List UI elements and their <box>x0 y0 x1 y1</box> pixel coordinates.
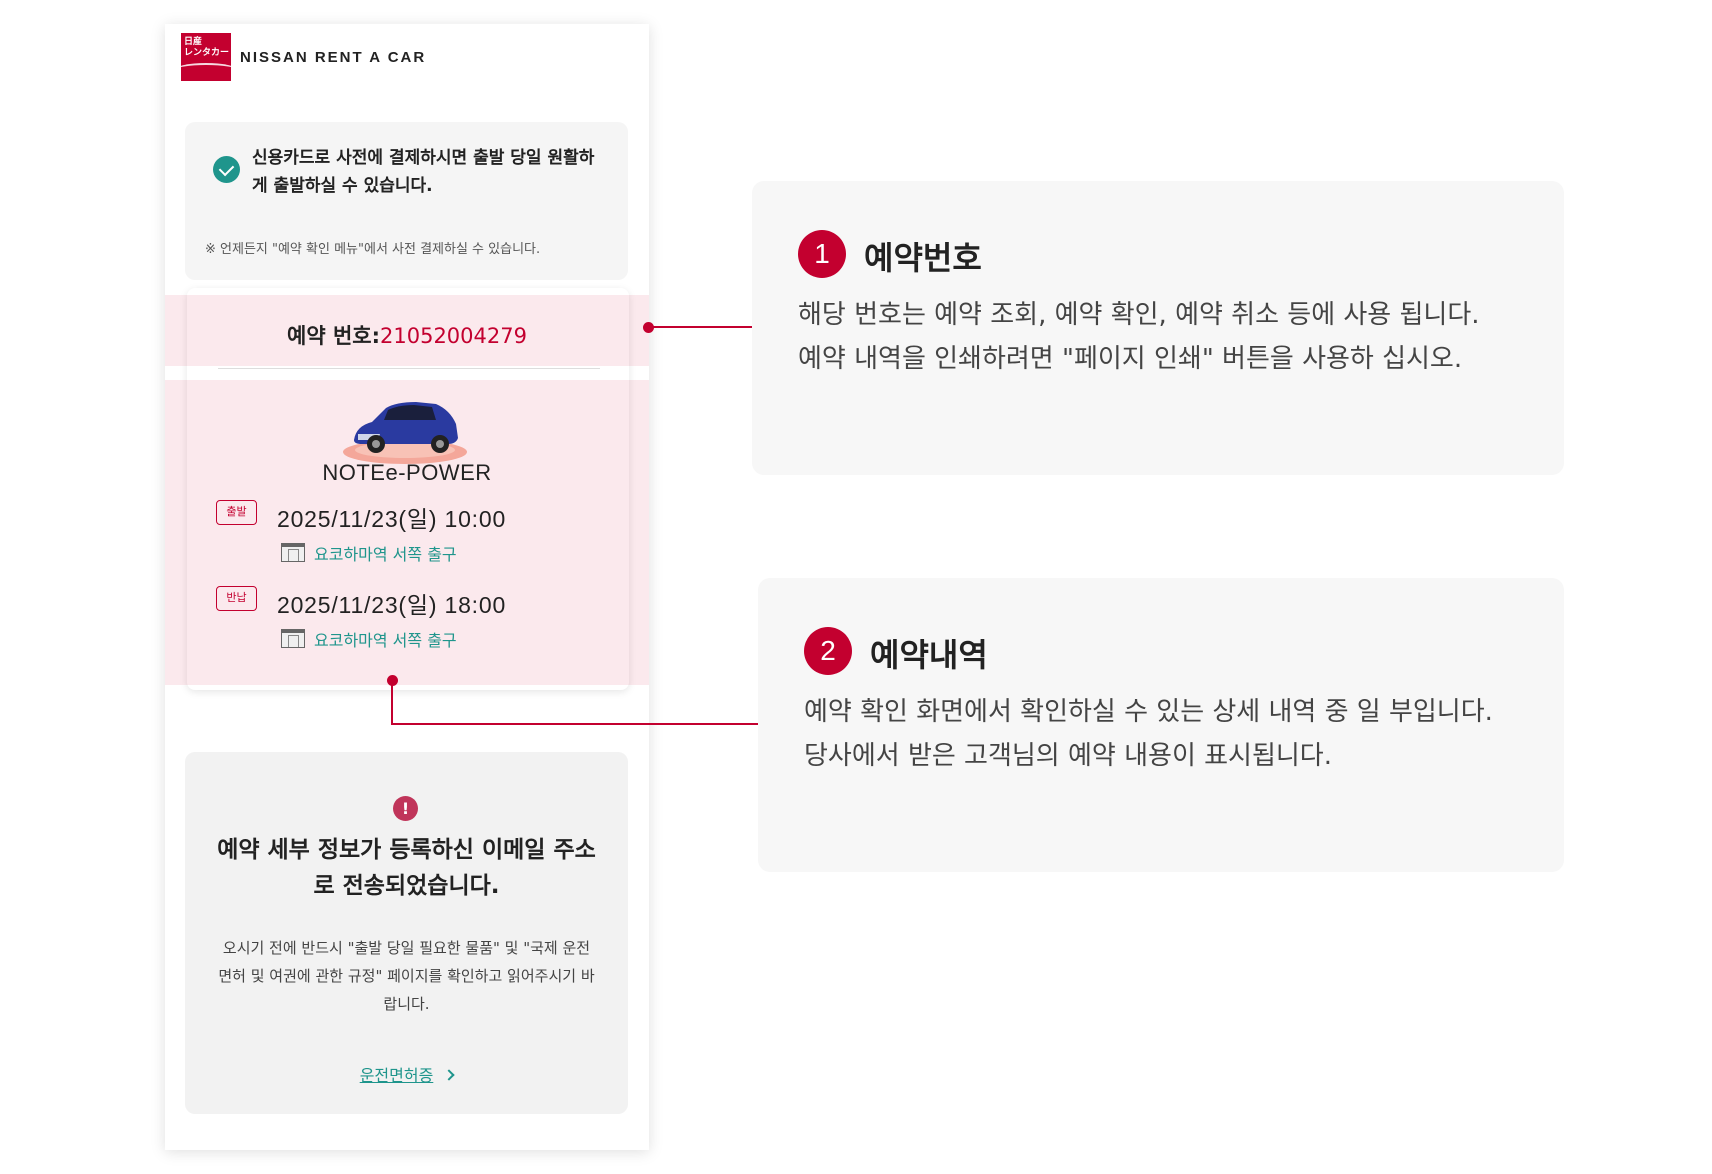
store-icon <box>281 629 305 648</box>
departure-datetime: 2025/11/23(일) 10:00 <box>277 506 507 532</box>
drivers-license-link[interactable]: 운전면허증 <box>185 1062 628 1086</box>
callout-2-body-line1: 예약 확인 화면에서 확인하실 수 있는 상세 내역 중 일 부입니다. <box>804 697 1493 727</box>
logo-label: 日産 レンタカー <box>184 37 230 58</box>
email-sent-notice: ! 예약 세부 정보가 등록하신 이메일 주소로 전송되었습니다. 오시기 전에… <box>185 752 628 1114</box>
callout-1-body: 해당 번호는 예약 조회, 예약 확인, 예약 취소 등에 사용 됩니다. 예약… <box>798 293 1528 381</box>
drivers-license-link-label[interactable]: 운전면허증 <box>360 1066 434 1085</box>
return-tag: 반납 <box>216 586 257 611</box>
email-sent-body: 오시기 전에 반드시 "출발 당일 필요한 물품" 및 "국제 운전 면허 및 … <box>218 939 595 1013</box>
departure-tag: 출발 <box>216 500 257 525</box>
check-circle-icon <box>213 156 240 183</box>
callout-2-connector-vertical <box>391 680 393 725</box>
callout-1-body-line2: 예약 내역을 인쇄하려면 "페이지 인쇄" 버튼을 사용하 십시오. <box>798 344 1463 374</box>
callout-2-body-line2: 당사에서 받은 고객님의 예약 내용이 표시됩니다. <box>804 741 1332 771</box>
reservation-number: 예약 번호:21052004279 <box>165 320 649 350</box>
chevron-right-icon <box>443 1069 455 1081</box>
exclamation-icon: ! <box>393 796 418 821</box>
callout-2-body: 예약 확인 화면에서 확인하실 수 있는 상세 내역 중 일 부입니다. 당사에… <box>804 690 1534 778</box>
callout-2-badge: 2 <box>804 627 852 675</box>
brand-name: NISSAN RENT A CAR <box>240 48 427 66</box>
car-image <box>343 402 467 464</box>
callout-2-title: 예약내역 <box>870 636 988 674</box>
store-icon <box>281 543 305 562</box>
screen: 日産 レンタカー NISSAN RENT A CAR 신용카드로 사전에 결제하… <box>0 0 1712 1174</box>
departure-store-link[interactable]: 요코하마역 서쪽 출구 <box>314 541 457 565</box>
return-datetime: 2025/11/23(일) 18:00 <box>277 592 507 618</box>
reservation-number-label: 예약 번호: <box>287 324 380 348</box>
callout-1-title: 예약번호 <box>864 239 982 277</box>
phone-screen: 日産 レンタカー NISSAN RENT A CAR 신용카드로 사전에 결제하… <box>165 24 649 1150</box>
prepayment-notice-title: 신용카드로 사전에 결제하시면 출발 당일 원활하게 출발하실 수 있습니다. <box>252 148 595 196</box>
callout-reservation-details: 2 예약내역 예약 확인 화면에서 확인하실 수 있는 상세 내역 중 일 부입… <box>758 578 1564 872</box>
callout-1-connector <box>648 326 752 328</box>
return-store-link[interactable]: 요코하마역 서쪽 출구 <box>314 627 457 651</box>
callout-1-badge: 1 <box>798 230 846 278</box>
car-name: NOTEe-POWER <box>322 460 492 485</box>
header: 日産 レンタカー NISSAN RENT A CAR <box>181 33 426 81</box>
nissan-rent-a-car-logo[interactable]: 日産 レンタカー <box>181 33 231 81</box>
email-sent-title: 예약 세부 정보가 등록하신 이메일 주소로 전송되었습니다. <box>217 837 596 899</box>
logo-swoosh <box>181 63 231 77</box>
reservation-number-value: 21052004279 <box>380 324 527 348</box>
prepayment-notice-note: ※ 언제든지 "예약 확인 메뉴"에서 사전 결제하실 수 있습니다. <box>205 242 541 257</box>
prepayment-notice: 신용카드로 사전에 결제하시면 출발 당일 원활하게 출발하실 수 있습니다. … <box>185 122 628 280</box>
callout-2-connector-horizontal <box>391 723 758 725</box>
divider <box>218 368 600 369</box>
callout-reservation-number: 1 예약번호 해당 번호는 예약 조회, 예약 확인, 예약 취소 등에 사용 … <box>752 181 1564 475</box>
callout-1-body-line1: 해당 번호는 예약 조회, 예약 확인, 예약 취소 등에 사용 됩니다. <box>798 300 1480 330</box>
